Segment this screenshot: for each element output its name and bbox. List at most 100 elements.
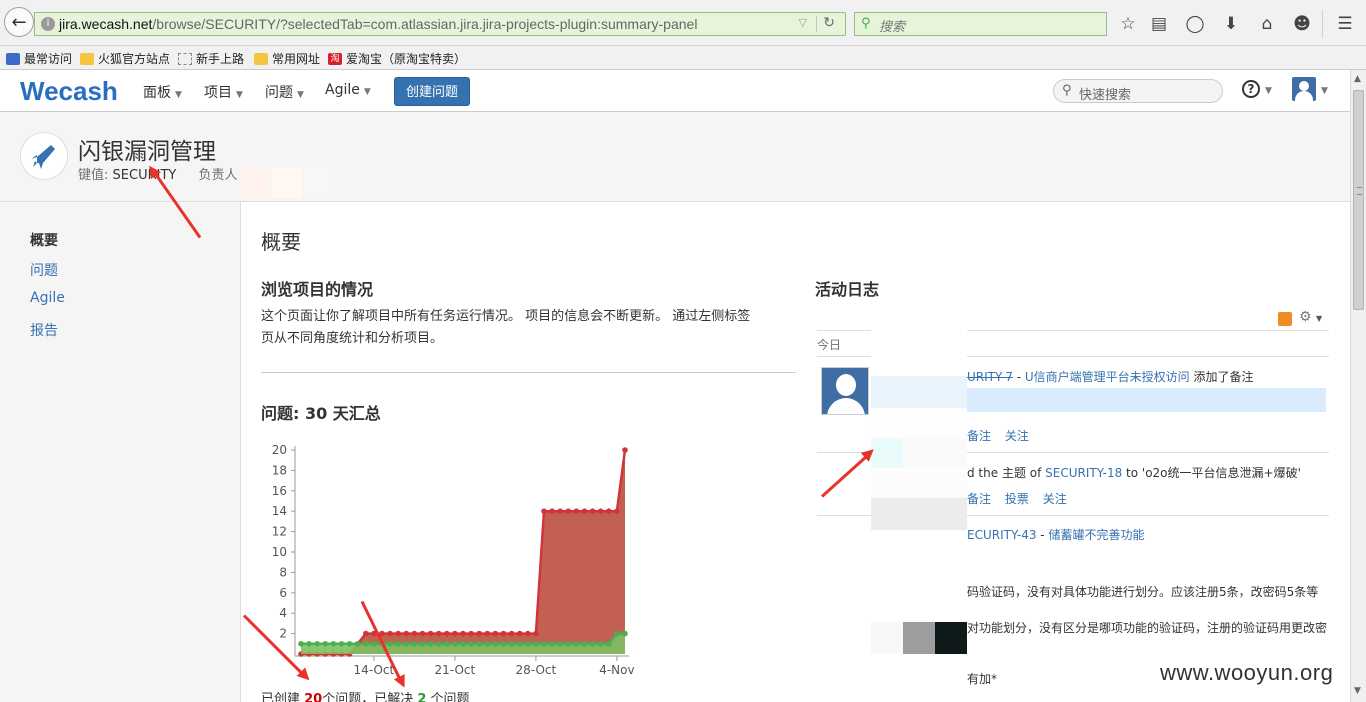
menu-issues[interactable]: 问题 ▼: [265, 82, 304, 102]
caret-down-icon[interactable]: ▼: [1316, 314, 1322, 323]
created-point[interactable]: [363, 630, 369, 637]
resolved-point[interactable]: [298, 641, 304, 647]
resolved-point[interactable]: [492, 641, 499, 647]
issue-summary-link[interactable]: 储蓄罐不完善功能: [1048, 528, 1144, 542]
scroll-up-icon[interactable]: ▲: [1354, 74, 1361, 84]
resolved-point[interactable]: [427, 641, 434, 647]
created-point[interactable]: [387, 630, 393, 637]
resolved-point[interactable]: [314, 641, 320, 647]
created-point[interactable]: [460, 630, 466, 637]
created-point[interactable]: [411, 630, 418, 637]
url-input[interactable]: i jira.wecash.net/browse/SECURITY/?selec…: [34, 12, 846, 36]
resolved-point[interactable]: [468, 641, 474, 647]
resolved-point[interactable]: [557, 641, 563, 647]
created-point[interactable]: [484, 630, 491, 637]
page-scrollbar[interactable]: ▲ ▼: [1350, 70, 1366, 702]
resolved-point[interactable]: [306, 641, 312, 647]
download-icon[interactable]: ⬇: [1220, 13, 1242, 35]
resolved-point[interactable]: [508, 641, 515, 647]
watch-link[interactable]: 关注: [1005, 429, 1029, 443]
vote-link[interactable]: 投票: [1005, 492, 1029, 506]
created-point[interactable]: [516, 630, 523, 637]
resolved-point[interactable]: [525, 641, 531, 647]
created-point[interactable]: [476, 630, 482, 637]
issue-link[interactable]: URITY-7: [967, 370, 1013, 384]
user-avatar[interactable]: [1292, 77, 1316, 101]
wecash-logo[interactable]: Wecash: [20, 76, 118, 107]
comment-link[interactable]: 备注: [967, 429, 991, 443]
gear-icon[interactable]: ⚙: [1299, 309, 1312, 325]
create-issue-button[interactable]: 创建问题: [394, 77, 470, 106]
sidebar-item-agile[interactable]: Agile: [30, 290, 65, 306]
created-point[interactable]: [573, 508, 580, 514]
created-point[interactable]: [589, 508, 596, 514]
comment-link[interactable]: 备注: [967, 492, 991, 506]
created-point[interactable]: [419, 630, 426, 637]
resolved-point[interactable]: [581, 641, 588, 647]
bookmark-common-sites[interactable]: 常用网址: [254, 50, 320, 67]
resolved-point[interactable]: [565, 641, 572, 647]
resolved-point[interactable]: [322, 641, 329, 647]
created-point[interactable]: [622, 447, 628, 453]
created-point[interactable]: [581, 508, 588, 514]
scroll-down-icon[interactable]: ▼: [1354, 686, 1361, 696]
reading-list-icon[interactable]: ▤: [1148, 13, 1170, 35]
watch-link[interactable]: 关注: [1043, 492, 1067, 506]
chat-icon[interactable]: ☻: [1291, 13, 1313, 35]
resolved-point[interactable]: [403, 641, 410, 647]
issue-link[interactable]: ECURITY-43: [967, 528, 1036, 542]
rss-icon[interactable]: [1278, 312, 1292, 326]
resolved-point[interactable]: [549, 641, 555, 647]
resolved-point[interactable]: [597, 641, 604, 647]
resolved-point[interactable]: [516, 641, 523, 647]
created-point[interactable]: [614, 508, 620, 514]
created-point[interactable]: [468, 630, 474, 637]
resolved-point[interactable]: [606, 641, 612, 647]
created-point[interactable]: [435, 630, 442, 637]
resolved-point[interactable]: [484, 641, 491, 647]
resolved-point[interactable]: [387, 641, 393, 647]
sidebar-item-reports[interactable]: 报告: [30, 320, 58, 340]
bookmark-getting-started[interactable]: 新手上路: [178, 50, 244, 67]
menu-icon[interactable]: ☰: [1334, 13, 1356, 35]
pocket-icon[interactable]: ◯: [1184, 13, 1206, 35]
resolved-point[interactable]: [476, 641, 482, 647]
resolved-point[interactable]: [460, 641, 466, 647]
resolved-point[interactable]: [444, 641, 450, 647]
bookmark-taobao[interactable]: 淘爱淘宝（原淘宝特卖）: [328, 50, 466, 67]
resolved-point[interactable]: [330, 641, 337, 647]
caret-down-icon[interactable]: ▼: [1265, 86, 1272, 96]
menu-agile[interactable]: Agile ▼: [325, 82, 371, 98]
menu-projects[interactable]: 项目 ▼: [204, 82, 243, 102]
created-point[interactable]: [508, 630, 515, 637]
created-point[interactable]: [525, 630, 531, 637]
chevron-down-icon[interactable]: ▽: [799, 16, 807, 29]
created-point[interactable]: [452, 630, 458, 637]
resolved-point[interactable]: [395, 641, 401, 647]
caret-down-icon[interactable]: ▼: [1321, 86, 1328, 96]
star-icon[interactable]: ☆: [1117, 13, 1139, 35]
sidebar-item-summary[interactable]: 概要: [30, 230, 58, 250]
resolved-point[interactable]: [614, 630, 620, 637]
sidebar-item-issues[interactable]: 问题: [30, 260, 58, 280]
issue-link[interactable]: SECURITY-18: [1045, 466, 1122, 480]
back-arrow-icon[interactable]: ←: [4, 7, 34, 37]
browser-search-input[interactable]: ⚲ 搜索: [854, 12, 1107, 36]
created-count[interactable]: 20: [304, 692, 322, 702]
menu-dashboards[interactable]: 面板 ▼: [143, 82, 182, 102]
issue-summary-link[interactable]: U信商户端管理平台未授权访问: [1025, 370, 1190, 384]
created-point[interactable]: [444, 630, 450, 637]
resolved-point[interactable]: [346, 641, 353, 647]
created-point[interactable]: [403, 630, 410, 637]
created-point[interactable]: [565, 508, 572, 514]
resolved-point[interactable]: [338, 641, 345, 647]
created-point[interactable]: [549, 508, 555, 514]
created-point[interactable]: [597, 508, 604, 514]
home-icon[interactable]: ⌂: [1256, 13, 1278, 35]
resolved-point[interactable]: [573, 641, 580, 647]
created-point[interactable]: [395, 630, 401, 637]
created-point[interactable]: [492, 630, 499, 637]
bookmark-most-visited[interactable]: 最常访问: [6, 50, 72, 67]
created-point[interactable]: [541, 508, 547, 514]
resolved-point[interactable]: [371, 641, 377, 647]
